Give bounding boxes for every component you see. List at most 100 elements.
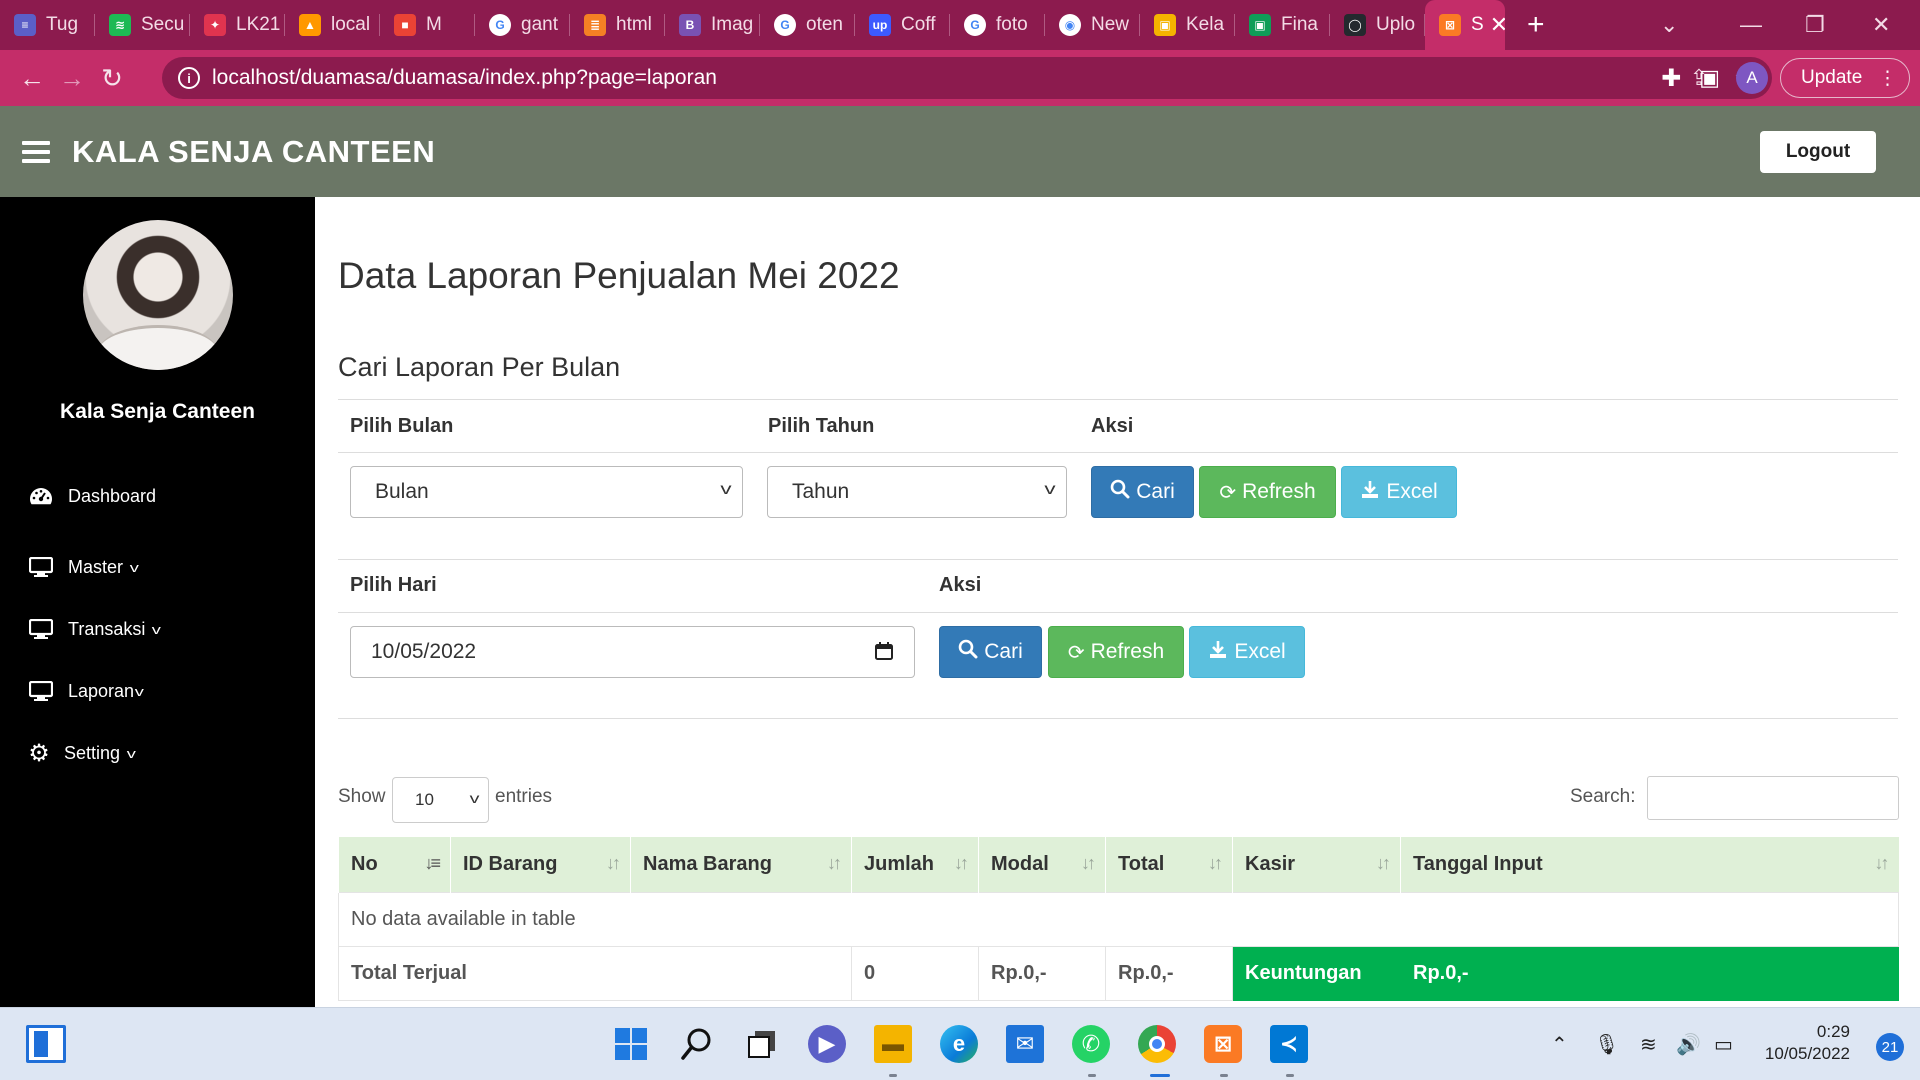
update-button[interactable]: Update ⋮ (1780, 58, 1910, 98)
refresh-icon: ⟳ (1219, 481, 1237, 504)
logout-button[interactable]: Logout (1760, 131, 1876, 173)
browser-tab[interactable]: ▣ Kela (1140, 0, 1235, 50)
sidebar-item-setting[interactable]: ⚙ Setting v (28, 738, 136, 768)
browser-tab[interactable]: ■ M (380, 0, 475, 50)
footer-profit-label: Keuntungan (1232, 945, 1401, 1001)
vscode-icon[interactable]: ≺ (1270, 1025, 1308, 1063)
back-icon[interactable]: ← (12, 63, 52, 94)
browser-tab[interactable]: ✦ LK21 (190, 0, 285, 50)
profile-avatar[interactable]: A (1736, 62, 1768, 94)
browser-tab[interactable]: Goten (760, 0, 855, 50)
task-view-icon[interactable] (743, 1025, 781, 1063)
entries-select[interactable]: 10 v (392, 777, 489, 823)
day-refresh-button[interactable]: ⟳ Refresh (1048, 626, 1184, 678)
col-header-total[interactable]: Total ↓↑ (1105, 837, 1233, 892)
browser-tab[interactable]: ≣ html (570, 0, 665, 50)
sidebar-item-label: Transaksi (68, 618, 146, 639)
forward-icon[interactable]: → (52, 63, 92, 94)
year-select[interactable]: Tahun v (767, 466, 1067, 518)
browser-tab[interactable]: up Coff (855, 0, 950, 50)
col-header-modal[interactable]: Modal ↓↑ (978, 837, 1106, 892)
browser-tab[interactable]: ≋ Secu (95, 0, 190, 50)
button-label: Refresh (1242, 480, 1316, 503)
calendar-icon[interactable] (874, 641, 894, 667)
whatsapp-icon[interactable]: ✆ (1072, 1025, 1110, 1063)
browser-tab[interactable]: ◉ New (1045, 0, 1140, 50)
system-clock[interactable]: 0:29 10/05/2022 (1765, 1021, 1850, 1065)
col-header-no[interactable]: No ↓≡ (338, 837, 451, 892)
table-search-input[interactable] (1647, 776, 1899, 820)
day-excel-button[interactable]: Excel (1189, 626, 1305, 678)
browser-tab[interactable]: ≡ Tug (0, 0, 95, 50)
widgets-icon[interactable] (26, 1025, 66, 1063)
side-panel-icon[interactable]: ▣ (1699, 65, 1720, 91)
month-search-button[interactable]: Cari (1091, 466, 1194, 518)
volume-icon[interactable]: 🔊 (1676, 1008, 1701, 1080)
browser-tab-strip: ≡ Tug ≋ Secu ✦ LK21 ▲ local ■ M Ggant ≣ html B Imag Got… (0, 0, 1920, 50)
col-header-tanggal-input[interactable]: Tanggal Input ↓↑ (1400, 837, 1899, 892)
chrome-icon[interactable] (1138, 1025, 1176, 1063)
month-excel-button[interactable]: Excel (1341, 466, 1457, 518)
day-search-button[interactable]: Cari (939, 626, 1042, 678)
update-label: Update (1801, 67, 1863, 88)
browser-tab[interactable]: ▣ Fina (1235, 0, 1330, 50)
col-header-jumlah[interactable]: Jumlah ↓↑ (851, 837, 979, 892)
sidebar-item-laporan[interactable]: Laporan v (28, 676, 144, 706)
address-bar[interactable]: i localhost/duamasa/duamasa/index.php?pa… (162, 57, 1772, 99)
close-window-icon[interactable]: ✕ (1872, 0, 1890, 50)
date-input[interactable]: 10/05/2022 (350, 626, 915, 678)
close-tab-icon[interactable]: ✕ (1490, 12, 1505, 38)
tray-overflow-icon[interactable]: ⌃ (1551, 1008, 1568, 1080)
microphone-icon[interactable]: 🎙 (1594, 1008, 1619, 1080)
sidebar-item-transaksi[interactable]: Transaksi v (28, 614, 161, 644)
tab-label: Imag (711, 14, 754, 35)
tab-favicon-icon: ≋ (109, 14, 131, 36)
col-header-id-barang[interactable]: ID Barang ↓↑ (450, 837, 631, 892)
chat-icon[interactable]: ▶ (808, 1025, 846, 1063)
button-label: Excel (1386, 480, 1438, 503)
tab-favicon-icon: G (964, 14, 986, 36)
browser-tab[interactable]: ⊠ S ✕ (1425, 0, 1505, 50)
minimize-icon[interactable]: — (1740, 0, 1762, 50)
col-header-kasir[interactable]: Kasir ↓↑ (1232, 837, 1401, 892)
monitor-icon (28, 680, 54, 702)
tab-favicon-icon: B (679, 14, 701, 36)
user-name: Kala Senja Canteen (60, 400, 255, 423)
tab-label: M (426, 14, 442, 35)
month-select[interactable]: Bulan v (350, 466, 743, 518)
button-label: Excel (1234, 640, 1286, 663)
mail-icon[interactable]: ✉ (1006, 1025, 1044, 1063)
edge-icon[interactable]: e (940, 1025, 978, 1063)
start-icon[interactable] (612, 1025, 650, 1063)
col-label-action: Aksi (1091, 415, 1134, 437)
footer-label: Total Terjual (338, 945, 852, 1001)
sort-icon: ↓↑ (1208, 853, 1223, 873)
browser-tab[interactable]: ▲ local (285, 0, 380, 50)
browser-tab[interactable]: B Imag (665, 0, 760, 50)
site-info-icon[interactable]: i (178, 67, 200, 89)
sort-icon: ↓↑ (606, 853, 621, 873)
browser-tab[interactable]: Ggant (475, 0, 570, 50)
search-icon[interactable] (678, 1025, 716, 1063)
xampp-icon[interactable]: ⊠ (1204, 1025, 1242, 1063)
sort-asc-icon: ↓≡ (424, 853, 440, 873)
col-header-nama-barang[interactable]: Nama Barang ↓↑ (630, 837, 852, 892)
extensions-icon[interactable]: ✚ (1661, 64, 1681, 93)
new-tab-button[interactable]: + (1527, 8, 1567, 42)
browser-tab[interactable]: ◯ Uplo (1330, 0, 1425, 50)
sidebar-item-dashboard[interactable]: Dashboard (28, 481, 156, 511)
file-explorer-icon[interactable]: ▬ (874, 1025, 912, 1063)
sidebar-item-master[interactable]: Master v (28, 552, 139, 582)
tab-search-icon[interactable]: ⌄ (1660, 0, 1678, 50)
hamburger-menu-icon[interactable] (22, 140, 50, 163)
wifi-icon[interactable]: ≋ (1640, 1008, 1657, 1080)
restore-icon[interactable]: ❐ (1805, 0, 1825, 50)
browser-tab[interactable]: Gfoto (950, 0, 1045, 50)
tab-favicon-icon: ◯ (1344, 14, 1366, 36)
month-refresh-button[interactable]: ⟳ Refresh (1199, 466, 1336, 518)
battery-icon[interactable]: ▭ (1714, 1008, 1733, 1080)
tab-favicon-icon: ■ (394, 14, 416, 36)
notification-badge[interactable]: 21 (1876, 1033, 1904, 1061)
tab-favicon-icon: ⊠ (1439, 14, 1461, 36)
reload-icon[interactable]: ↻ (92, 63, 132, 94)
